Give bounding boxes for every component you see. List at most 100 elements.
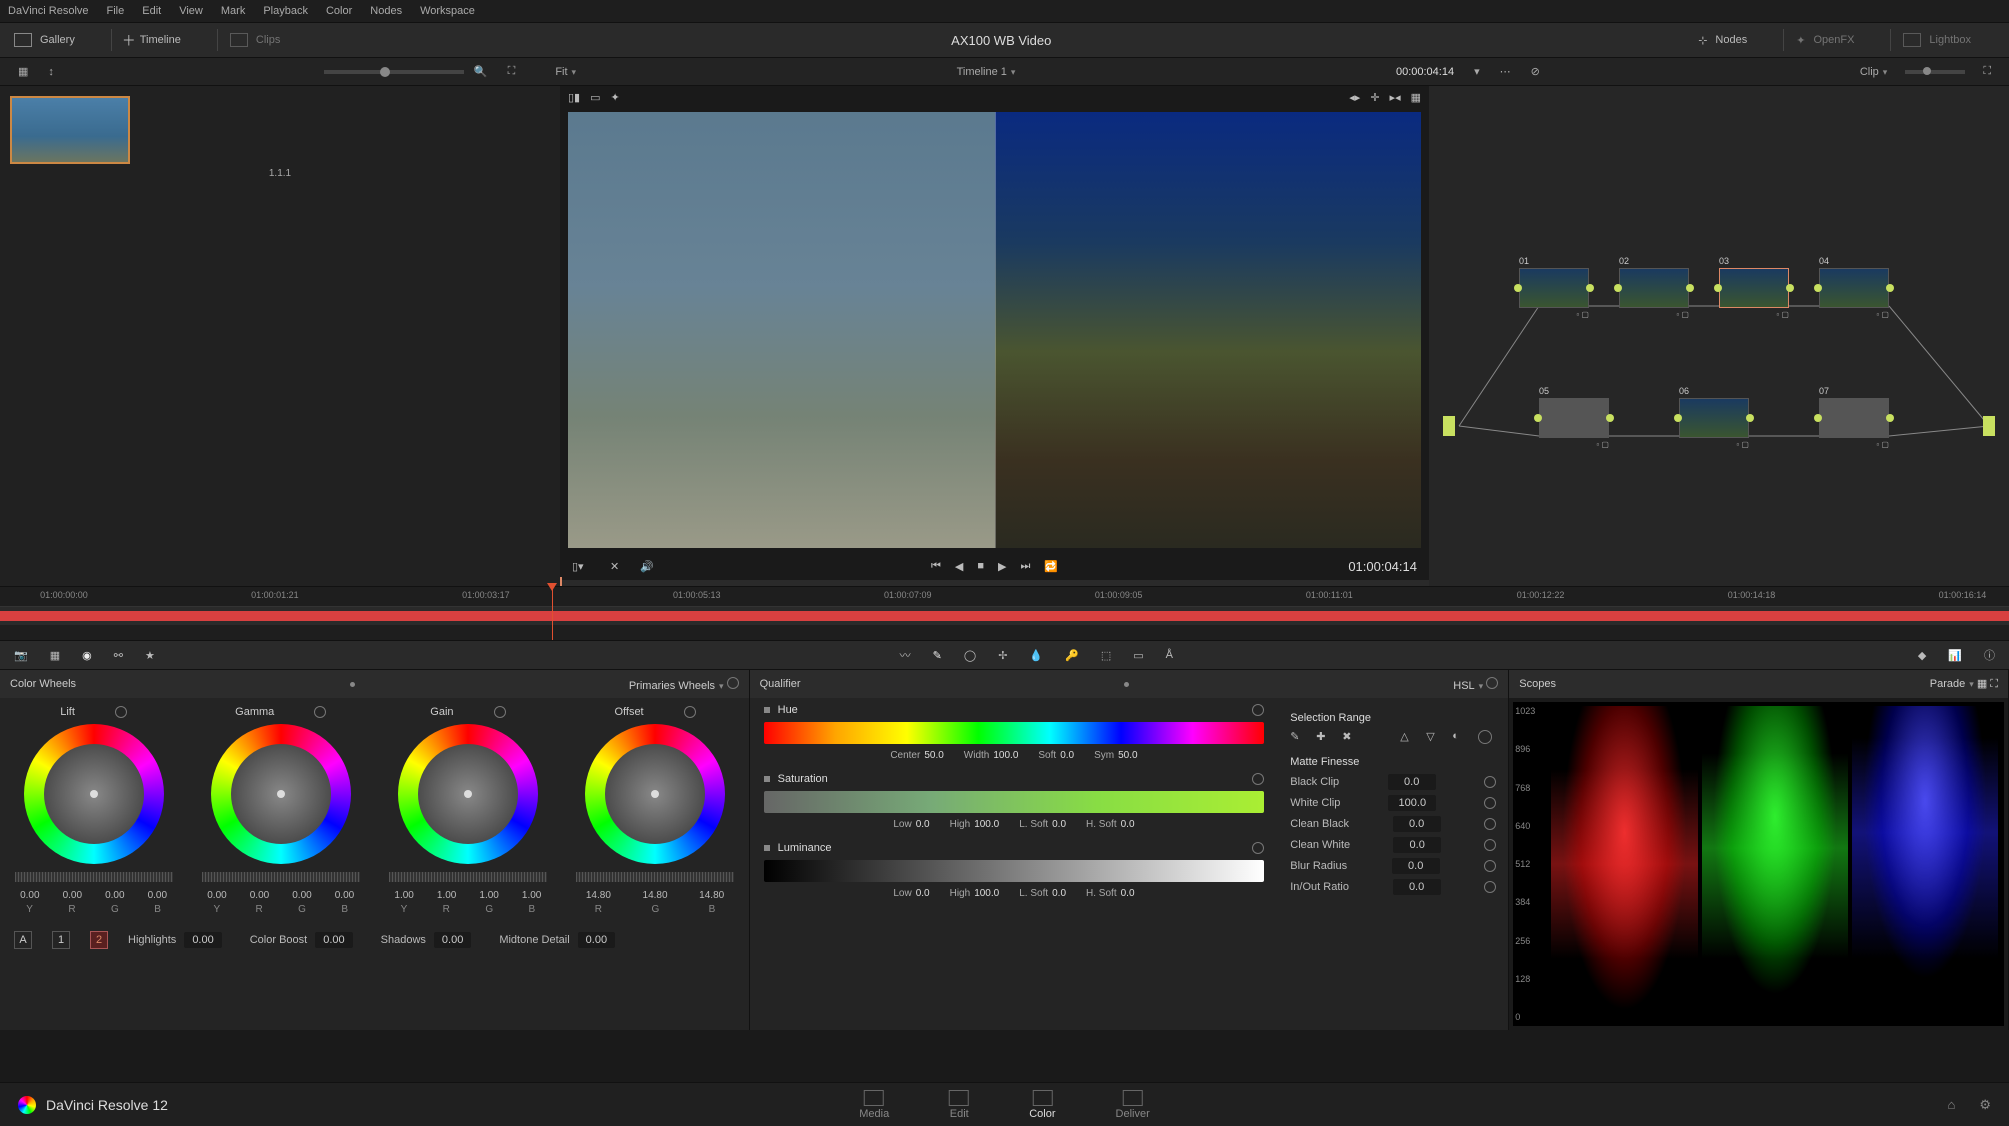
curves-icon[interactable]: 〰 bbox=[900, 647, 911, 663]
color-wheel-offset[interactable] bbox=[585, 724, 725, 864]
wheel-value[interactable]: 0.00 bbox=[105, 890, 124, 901]
timeline-clip[interactable] bbox=[0, 611, 2009, 621]
menu-item[interactable]: DaVinci Resolve bbox=[8, 5, 89, 17]
reset-icon[interactable] bbox=[1486, 677, 1498, 689]
menu-item[interactable]: Playback bbox=[263, 5, 308, 17]
wheel-value[interactable]: 0.00 bbox=[20, 890, 39, 901]
node-01[interactable]: 01▫ ▢ bbox=[1519, 256, 1589, 319]
lum-hsoft-value[interactable]: 0.0 bbox=[1121, 888, 1135, 899]
wipe-style-icon[interactable]: ▦ bbox=[1411, 91, 1421, 104]
sizing-icon[interactable]: ⬚ bbox=[1101, 649, 1111, 662]
hue-slider[interactable] bbox=[764, 722, 1265, 744]
nodes-panel[interactable]: 01▫ ▢02▫ ▢03▫ ▢04▫ ▢05▫ ▢06▫ ▢07▫ ▢ bbox=[1429, 86, 2009, 586]
matte-value[interactable]: 100.0 bbox=[1388, 795, 1436, 811]
sat-lsoft-value[interactable]: 0.0 bbox=[1052, 819, 1066, 830]
prev-frame-button[interactable]: ◀ bbox=[955, 560, 963, 573]
timeline-dropdown[interactable]: Timeline 1 bbox=[947, 66, 1026, 78]
saturation-slider[interactable] bbox=[764, 791, 1265, 813]
qualifier-mode-dropdown[interactable]: HSL bbox=[1453, 680, 1483, 692]
matte-value[interactable]: 0.0 bbox=[1393, 816, 1441, 832]
highlight-icon[interactable]: ✦ bbox=[611, 91, 620, 104]
zoom-slider[interactable] bbox=[324, 70, 464, 74]
reset-icon[interactable] bbox=[1252, 773, 1264, 785]
matte-value[interactable]: 0.0 bbox=[1388, 774, 1436, 790]
wheel-value[interactable]: 1.00 bbox=[437, 890, 456, 901]
search-icon[interactable]: 🔍 bbox=[464, 65, 498, 78]
gallery-still[interactable] bbox=[10, 96, 130, 164]
color-wheel-lift[interactable] bbox=[24, 724, 164, 864]
info-icon[interactable]: ⓘ bbox=[1984, 647, 1995, 663]
color-wheels-icon[interactable]: ◉ bbox=[82, 649, 92, 662]
home-icon[interactable]: ⌂ bbox=[1947, 1097, 1955, 1113]
menu-item[interactable]: File bbox=[107, 5, 125, 17]
menu-item[interactable]: Color bbox=[326, 5, 352, 17]
reset-icon[interactable] bbox=[1484, 776, 1496, 788]
reset-icon[interactable] bbox=[115, 706, 127, 718]
sat-high-value[interactable]: 100.0 bbox=[974, 819, 999, 830]
jog-wheel[interactable] bbox=[576, 872, 734, 882]
wheel-value[interactable]: 14.80 bbox=[643, 890, 668, 901]
page-edit[interactable]: Edit bbox=[949, 1090, 969, 1120]
playhead[interactable] bbox=[552, 587, 553, 640]
jog-wheel[interactable] bbox=[202, 872, 360, 882]
sat-low-value[interactable]: 0.0 bbox=[916, 819, 930, 830]
reset-icon[interactable] bbox=[314, 706, 326, 718]
node-03[interactable]: 03▫ ▢ bbox=[1719, 256, 1789, 319]
picker-add-icon[interactable]: ✚ bbox=[1316, 730, 1330, 744]
wheel-value[interactable]: 0.00 bbox=[207, 890, 226, 901]
feather-add-icon[interactable]: △ bbox=[1400, 730, 1414, 744]
wheel-value[interactable]: 1.00 bbox=[522, 890, 541, 901]
hue-toggle[interactable] bbox=[764, 707, 770, 713]
expand-nodes-icon[interactable]: ⛶ bbox=[1973, 65, 2001, 78]
node-05[interactable]: 05▫ ▢ bbox=[1539, 386, 1609, 449]
wheel-value[interactable]: 1.00 bbox=[479, 890, 498, 901]
unmute-icon[interactable]: ✕ bbox=[610, 560, 619, 573]
reset-icon[interactable] bbox=[1484, 839, 1496, 851]
sat-toggle[interactable] bbox=[764, 776, 770, 782]
page-2-button[interactable]: 2 bbox=[90, 931, 108, 949]
hue-sym-value[interactable]: 50.0 bbox=[1118, 750, 1137, 761]
expand-icon[interactable]: ⛶ bbox=[498, 65, 526, 78]
scopes-mode-dropdown[interactable]: Parade bbox=[1930, 678, 1974, 690]
reset-icon[interactable] bbox=[1484, 797, 1496, 809]
last-frame-button[interactable]: ⏭ bbox=[1020, 560, 1030, 573]
chevron-down-icon[interactable]: ▾ bbox=[1464, 65, 1490, 78]
reset-icon[interactable] bbox=[494, 706, 506, 718]
page-color[interactable]: Color bbox=[1029, 1090, 1055, 1120]
bypass-icon[interactable]: ⊘ bbox=[1521, 65, 1550, 78]
motion-icon[interactable]: ★ bbox=[145, 649, 155, 662]
wheel-value[interactable]: 14.80 bbox=[699, 890, 724, 901]
node-04[interactable]: 04▫ ▢ bbox=[1819, 256, 1889, 319]
scopes-layout-icon[interactable]: ▦ bbox=[1977, 678, 1987, 690]
hue-center-value[interactable]: 50.0 bbox=[924, 750, 943, 761]
jog-wheel[interactable] bbox=[389, 872, 547, 882]
key-icon[interactable]: 🔑 bbox=[1065, 649, 1079, 662]
reset-icon[interactable] bbox=[1484, 881, 1496, 893]
timeline-strip[interactable]: 01:00:00:0001:00:01:2101:00:03:1701:00:0… bbox=[0, 586, 2009, 640]
menu-item[interactable]: Edit bbox=[142, 5, 161, 17]
color-wheel-gain[interactable] bbox=[398, 724, 538, 864]
scopes-icon[interactable]: 📊 bbox=[1948, 649, 1962, 662]
options-icon[interactable]: ⋯ bbox=[1490, 65, 1521, 78]
hue-soft-value[interactable]: 0.0 bbox=[1060, 750, 1074, 761]
page-1-button[interactable]: 1 bbox=[52, 931, 70, 949]
reset-icon[interactable] bbox=[1484, 860, 1496, 872]
color-match-icon[interactable]: ▦ bbox=[50, 649, 60, 662]
lightbox-toggle[interactable]: Lightbox bbox=[1903, 33, 1971, 47]
clips-toggle[interactable]: Clips bbox=[230, 33, 280, 47]
lum-lsoft-value[interactable]: 0.0 bbox=[1052, 888, 1066, 899]
keyframe-icon[interactable]: ◆ bbox=[1918, 649, 1926, 662]
scopes-expand-icon[interactable]: ⛶ bbox=[1990, 678, 1998, 690]
first-frame-button[interactable]: ⏮ bbox=[931, 560, 941, 573]
picker-sub-icon[interactable]: ✖ bbox=[1342, 730, 1356, 744]
matte-value[interactable]: 0.0 bbox=[1393, 879, 1441, 895]
camera-raw-icon[interactable]: 📷 bbox=[14, 649, 28, 662]
param-value[interactable]: 0.00 bbox=[578, 932, 615, 948]
reset-icon[interactable] bbox=[684, 706, 696, 718]
reset-icon[interactable] bbox=[1478, 730, 1492, 744]
settings-icon[interactable]: ⚙ bbox=[1979, 1097, 1991, 1113]
reset-icon[interactable] bbox=[1484, 818, 1496, 830]
hue-width-value[interactable]: 100.0 bbox=[993, 750, 1018, 761]
loop-icon[interactable]: ▯▾ bbox=[572, 560, 584, 573]
fit-dropdown[interactable]: Fit bbox=[545, 66, 586, 78]
